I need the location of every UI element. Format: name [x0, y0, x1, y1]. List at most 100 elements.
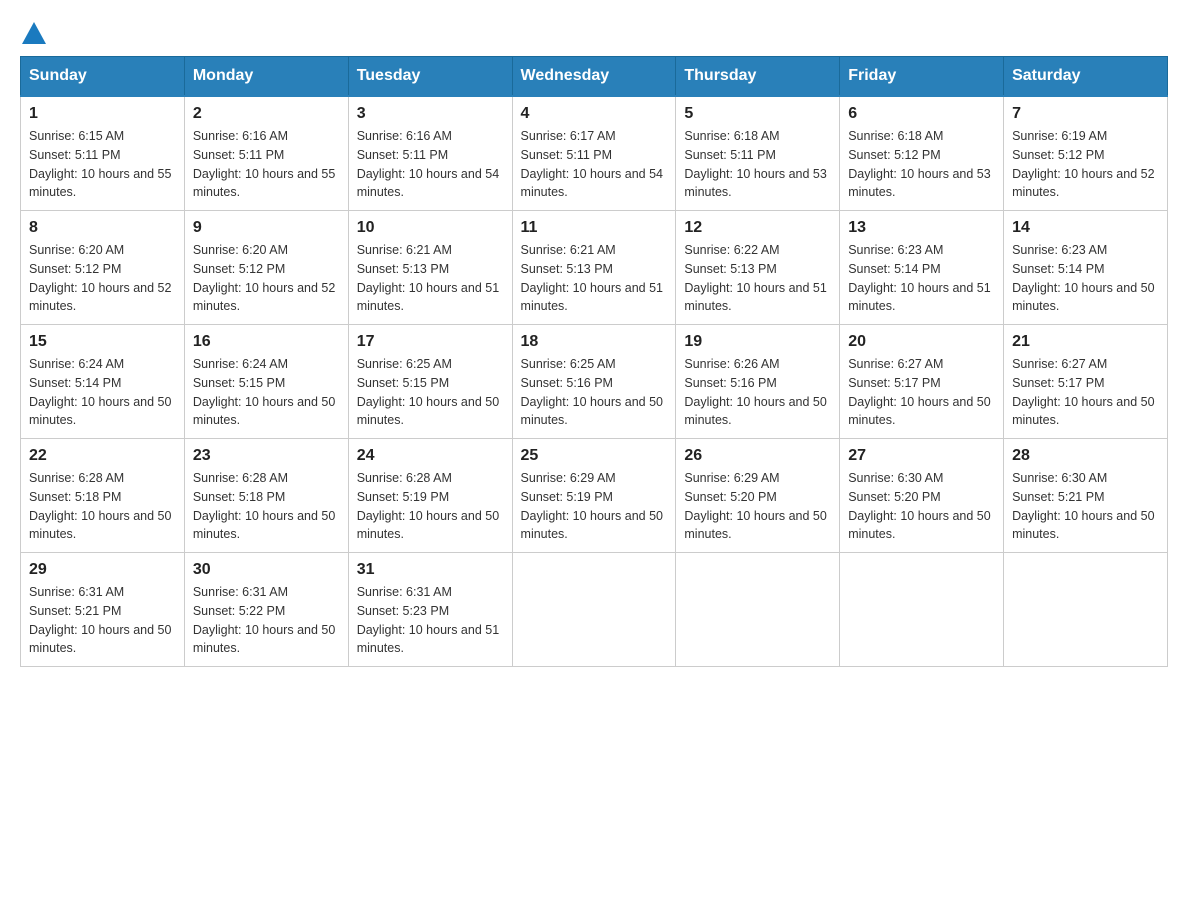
calendar-cell: 22 Sunrise: 6:28 AMSunset: 5:18 PMDayligh… [21, 439, 185, 553]
day-info: Sunrise: 6:24 AMSunset: 5:15 PMDaylight:… [193, 355, 340, 430]
day-info: Sunrise: 6:20 AMSunset: 5:12 PMDaylight:… [29, 241, 176, 316]
day-number: 19 [684, 333, 831, 351]
day-info: Sunrise: 6:22 AMSunset: 5:13 PMDaylight:… [684, 241, 831, 316]
weekday-header-friday: Friday [840, 57, 1004, 97]
day-number: 25 [521, 447, 668, 465]
calendar-cell: 4 Sunrise: 6:17 AMSunset: 5:11 PMDaylight… [512, 96, 676, 211]
day-info: Sunrise: 6:19 AMSunset: 5:12 PMDaylight:… [1012, 127, 1159, 202]
calendar-cell: 5 Sunrise: 6:18 AMSunset: 5:11 PMDaylight… [676, 96, 840, 211]
day-info: Sunrise: 6:31 AMSunset: 5:23 PMDaylight:… [357, 583, 504, 658]
day-number: 10 [357, 219, 504, 237]
day-number: 16 [193, 333, 340, 351]
day-info: Sunrise: 6:31 AMSunset: 5:22 PMDaylight:… [193, 583, 340, 658]
calendar-cell: 11 Sunrise: 6:21 AMSunset: 5:13 PMDayligh… [512, 211, 676, 325]
calendar-cell: 28 Sunrise: 6:30 AMSunset: 5:21 PMDayligh… [1004, 439, 1168, 553]
day-info: Sunrise: 6:28 AMSunset: 5:19 PMDaylight:… [357, 469, 504, 544]
day-info: Sunrise: 6:17 AMSunset: 5:11 PMDaylight:… [521, 127, 668, 202]
calendar-cell: 27 Sunrise: 6:30 AMSunset: 5:20 PMDayligh… [840, 439, 1004, 553]
calendar-cell: 30 Sunrise: 6:31 AMSunset: 5:22 PMDayligh… [184, 553, 348, 667]
calendar-cell: 16 Sunrise: 6:24 AMSunset: 5:15 PMDayligh… [184, 325, 348, 439]
day-info: Sunrise: 6:30 AMSunset: 5:20 PMDaylight:… [848, 469, 995, 544]
calendar-week-row: 1Sunrise: 6:15 AMSunset: 5:11 PMDaylight… [21, 96, 1168, 211]
day-info: Sunrise: 6:16 AMSunset: 5:11 PMDaylight:… [193, 127, 340, 202]
calendar-cell: 10 Sunrise: 6:21 AMSunset: 5:13 PMDayligh… [348, 211, 512, 325]
calendar-cell: 2 Sunrise: 6:16 AMSunset: 5:11 PMDaylight… [184, 96, 348, 211]
calendar-cell: 3 Sunrise: 6:16 AMSunset: 5:11 PMDaylight… [348, 96, 512, 211]
calendar-cell: 26 Sunrise: 6:29 AMSunset: 5:20 PMDayligh… [676, 439, 840, 553]
day-info: Sunrise: 6:28 AMSunset: 5:18 PMDaylight:… [29, 469, 176, 544]
day-info: Sunrise: 6:18 AMSunset: 5:12 PMDaylight:… [848, 127, 995, 202]
calendar-week-row: 29 Sunrise: 6:31 AMSunset: 5:21 PMDayligh… [21, 553, 1168, 667]
day-info: Sunrise: 6:30 AMSunset: 5:21 PMDaylight:… [1012, 469, 1159, 544]
day-number: 13 [848, 219, 995, 237]
calendar-cell: 7 Sunrise: 6:19 AMSunset: 5:12 PMDaylight… [1004, 96, 1168, 211]
day-number: 1 [29, 105, 176, 123]
calendar-cell: 24 Sunrise: 6:28 AMSunset: 5:19 PMDayligh… [348, 439, 512, 553]
calendar-cell: 15 Sunrise: 6:24 AMSunset: 5:14 PMDayligh… [21, 325, 185, 439]
calendar-cell: 31Sunrise: 6:31 AMSunset: 5:23 PMDayligh… [348, 553, 512, 667]
day-info: Sunrise: 6:16 AMSunset: 5:11 PMDaylight:… [357, 127, 504, 202]
day-number: 30 [193, 561, 340, 579]
day-number: 26 [684, 447, 831, 465]
calendar-week-row: 15 Sunrise: 6:24 AMSunset: 5:14 PMDayligh… [21, 325, 1168, 439]
day-info: Sunrise: 6:27 AMSunset: 5:17 PMDaylight:… [848, 355, 995, 430]
calendar-cell: 18 Sunrise: 6:25 AMSunset: 5:16 PMDayligh… [512, 325, 676, 439]
weekday-header-row: SundayMondayTuesdayWednesdayThursdayFrid… [21, 57, 1168, 97]
calendar-cell [512, 553, 676, 667]
day-number: 7 [1012, 105, 1159, 123]
calendar-week-row: 22 Sunrise: 6:28 AMSunset: 5:18 PMDayligh… [21, 439, 1168, 553]
calendar-cell [1004, 553, 1168, 667]
day-number: 29 [29, 561, 176, 579]
day-number: 15 [29, 333, 176, 351]
day-info: Sunrise: 6:23 AMSunset: 5:14 PMDaylight:… [848, 241, 995, 316]
logo-flag-icon [22, 22, 46, 44]
weekday-header-sunday: Sunday [21, 57, 185, 97]
day-info: Sunrise: 6:29 AMSunset: 5:19 PMDaylight:… [521, 469, 668, 544]
calendar-cell: 19Sunrise: 6:26 AMSunset: 5:16 PMDayligh… [676, 325, 840, 439]
calendar-cell: 9 Sunrise: 6:20 AMSunset: 5:12 PMDaylight… [184, 211, 348, 325]
day-number: 12 [684, 219, 831, 237]
weekday-header-thursday: Thursday [676, 57, 840, 97]
calendar-cell: 21Sunrise: 6:27 AMSunset: 5:17 PMDayligh… [1004, 325, 1168, 439]
day-number: 14 [1012, 219, 1159, 237]
calendar-table: SundayMondayTuesdayWednesdayThursdayFrid… [20, 56, 1168, 667]
day-number: 23 [193, 447, 340, 465]
calendar-cell: 1Sunrise: 6:15 AMSunset: 5:11 PMDaylight… [21, 96, 185, 211]
day-info: Sunrise: 6:28 AMSunset: 5:18 PMDaylight:… [193, 469, 340, 544]
calendar-week-row: 8 Sunrise: 6:20 AMSunset: 5:12 PMDaylight… [21, 211, 1168, 325]
day-info: Sunrise: 6:21 AMSunset: 5:13 PMDaylight:… [357, 241, 504, 316]
day-number: 22 [29, 447, 176, 465]
day-info: Sunrise: 6:25 AMSunset: 5:15 PMDaylight:… [357, 355, 504, 430]
calendar-cell: 8 Sunrise: 6:20 AMSunset: 5:12 PMDaylight… [21, 211, 185, 325]
day-info: Sunrise: 6:18 AMSunset: 5:11 PMDaylight:… [684, 127, 831, 202]
day-info: Sunrise: 6:29 AMSunset: 5:20 PMDaylight:… [684, 469, 831, 544]
day-number: 17 [357, 333, 504, 351]
calendar-cell: 29 Sunrise: 6:31 AMSunset: 5:21 PMDayligh… [21, 553, 185, 667]
day-info: Sunrise: 6:20 AMSunset: 5:12 PMDaylight:… [193, 241, 340, 316]
day-number: 9 [193, 219, 340, 237]
day-number: 5 [684, 105, 831, 123]
day-number: 2 [193, 105, 340, 123]
calendar-cell: 25 Sunrise: 6:29 AMSunset: 5:19 PMDayligh… [512, 439, 676, 553]
day-info: Sunrise: 6:31 AMSunset: 5:21 PMDaylight:… [29, 583, 176, 658]
day-number: 27 [848, 447, 995, 465]
day-number: 3 [357, 105, 504, 123]
day-number: 8 [29, 219, 176, 237]
day-number: 20 [848, 333, 995, 351]
day-number: 24 [357, 447, 504, 465]
day-number: 11 [521, 219, 668, 237]
calendar-cell: 12 Sunrise: 6:22 AMSunset: 5:13 PMDayligh… [676, 211, 840, 325]
day-info: Sunrise: 6:25 AMSunset: 5:16 PMDaylight:… [521, 355, 668, 430]
weekday-header-wednesday: Wednesday [512, 57, 676, 97]
calendar-cell: 17 Sunrise: 6:25 AMSunset: 5:15 PMDayligh… [348, 325, 512, 439]
day-number: 28 [1012, 447, 1159, 465]
day-number: 18 [521, 333, 668, 351]
day-number: 21 [1012, 333, 1159, 351]
calendar-cell: 14 Sunrise: 6:23 AMSunset: 5:14 PMDayligh… [1004, 211, 1168, 325]
calendar-cell [676, 553, 840, 667]
day-number: 4 [521, 105, 668, 123]
day-info: Sunrise: 6:24 AMSunset: 5:14 PMDaylight:… [29, 355, 176, 430]
day-info: Sunrise: 6:23 AMSunset: 5:14 PMDaylight:… [1012, 241, 1159, 316]
day-info: Sunrise: 6:21 AMSunset: 5:13 PMDaylight:… [521, 241, 668, 316]
calendar-cell: 23 Sunrise: 6:28 AMSunset: 5:18 PMDayligh… [184, 439, 348, 553]
